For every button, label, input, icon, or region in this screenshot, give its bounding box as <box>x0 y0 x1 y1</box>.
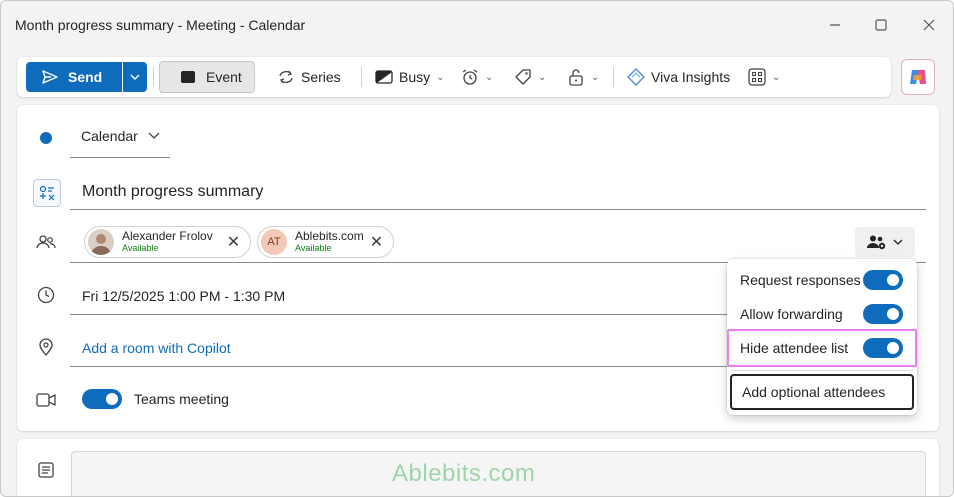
copilot-icon <box>910 70 926 84</box>
avatar-initials: AT <box>267 236 281 248</box>
avatar: AT <box>261 229 287 255</box>
attendee-chip[interactable]: Alexander Frolov Available ✕ <box>84 226 252 258</box>
busy-dropdown[interactable]: Busy ⌄ <box>375 61 445 93</box>
attendee-info: Ablebits.com Available <box>295 230 364 254</box>
ribbon-divider <box>613 67 614 87</box>
video-camera-icon <box>35 389 57 411</box>
attendee-status: Available <box>295 243 332 253</box>
option-label: Request responses <box>740 272 861 288</box>
apps-dropdown[interactable]: ⌄ <box>748 61 780 93</box>
maximize-icon <box>875 19 887 31</box>
copilot-title-button[interactable] <box>33 179 61 207</box>
calendar-color-dot <box>35 127 57 149</box>
sparkle-edit-icon <box>39 185 55 201</box>
copilot-button[interactable] <box>901 59 935 95</box>
chevron-down-icon: ⌄ <box>591 71 600 83</box>
text-body-icon <box>35 459 57 481</box>
sensitivity-dropdown[interactable]: ⌄ <box>567 61 599 93</box>
allow-forwarding-toggle[interactable] <box>863 304 903 324</box>
calendar-event-icon <box>181 71 195 83</box>
send-label: Send <box>68 69 103 85</box>
send-icon <box>42 70 58 84</box>
allow-forwarding-option[interactable]: Allow forwarding <box>727 298 917 330</box>
add-optional-attendees-button[interactable]: Add optional attendees <box>730 374 914 410</box>
attendee-info: Alexander Frolov Available <box>122 230 213 254</box>
attendee-options-menu: Request responses Allow forwarding Hide … <box>727 259 917 415</box>
busy-label: Busy <box>399 69 431 85</box>
chevron-down-icon <box>148 132 160 139</box>
location-pin-icon <box>35 336 57 358</box>
viva-insights-label: Viva Insights <box>651 69 731 85</box>
chevron-down-icon: ⌄ <box>485 71 494 83</box>
teams-meeting-toggle[interactable] <box>82 389 122 409</box>
title-input[interactable]: Month progress summary <box>82 183 263 201</box>
event-button[interactable]: Event <box>159 61 255 93</box>
minimize-button[interactable] <box>821 11 849 39</box>
calendar-underline <box>70 157 170 158</box>
option-label: Allow forwarding <box>740 306 843 322</box>
window-title: Month progress summary - Meeting - Calen… <box>15 17 306 33</box>
calendar-dot-icon <box>40 132 52 144</box>
message-body-card: Ablebits.com <box>17 439 939 496</box>
location-underline <box>70 366 730 367</box>
add-room-link[interactable]: Add a room with Copilot <box>82 340 231 356</box>
teams-meeting-label: Teams meeting <box>134 391 229 407</box>
alarm-clock-icon <box>462 69 478 85</box>
date-underline <box>70 314 730 315</box>
avatar <box>88 229 114 255</box>
series-label: Series <box>301 69 341 85</box>
request-responses-option[interactable]: Request responses <box>727 264 917 296</box>
chevron-down-icon: ⌄ <box>436 71 445 83</box>
ribbon-toolbar: Send Event Series Busy ⌄ ⌄ ⌄ ⌄ Viva Insi… <box>17 57 891 97</box>
minimize-icon <box>830 24 840 26</box>
lock-icon <box>569 69 583 86</box>
chevron-down-icon <box>893 239 903 245</box>
close-button[interactable] <box>915 11 943 39</box>
reminder-dropdown[interactable]: ⌄ <box>461 61 493 93</box>
status-busy-icon <box>375 70 393 84</box>
viva-insights-button[interactable]: Viva Insights <box>627 61 730 93</box>
maximize-button[interactable] <box>867 11 895 39</box>
datetime-field[interactable]: Fri 12/5/2025 1:00 PM - 1:30 PM <box>82 288 285 304</box>
clock-icon <box>35 284 57 306</box>
series-button[interactable]: Series <box>277 61 341 93</box>
send-button[interactable]: Send <box>26 62 122 92</box>
attendee-name: Ablebits.com <box>295 229 364 243</box>
ribbon-divider <box>153 67 154 87</box>
hide-attendee-list-option[interactable]: Hide attendee list <box>727 332 917 364</box>
chevron-down-icon: ⌄ <box>772 71 781 83</box>
person-photo-icon <box>88 229 114 255</box>
apps-grid-icon <box>748 68 766 86</box>
remove-attendee-icon[interactable]: ✕ <box>227 232 240 252</box>
people-icon <box>35 231 57 253</box>
categorize-dropdown[interactable]: ⌄ <box>514 61 546 93</box>
close-icon <box>923 19 935 31</box>
attendee-name: Alexander Frolov <box>122 229 213 243</box>
viva-insights-icon <box>627 68 645 86</box>
watermark-logo: Ablebits.com <box>392 460 536 487</box>
calendar-label: Calendar <box>81 128 138 144</box>
title-underline <box>70 209 926 210</box>
tag-icon <box>515 69 531 85</box>
menu-divider <box>731 370 913 371</box>
ribbon-divider <box>361 67 362 87</box>
title-bar: Month progress summary - Meeting - Calen… <box>1 1 953 51</box>
attendee-chip[interactable]: AT Ablebits.com Available ✕ <box>257 226 395 258</box>
repeat-icon <box>279 70 293 84</box>
remove-attendee-icon[interactable]: ✕ <box>370 232 383 252</box>
hide-attendee-list-toggle[interactable] <box>863 338 903 358</box>
attendee-options-button[interactable] <box>855 227 915 257</box>
attendee-status: Available <box>122 243 159 253</box>
people-settings-icon <box>867 235 886 250</box>
chevron-down-icon <box>130 74 140 80</box>
message-body-editor[interactable]: Ablebits.com <box>71 451 926 496</box>
chevron-down-icon: ⌄ <box>538 71 547 83</box>
option-label: Hide attendee list <box>740 340 849 356</box>
teams-meeting-row: Teams meeting <box>82 389 229 409</box>
event-label: Event <box>206 69 242 85</box>
meeting-window: Month progress summary - Meeting - Calen… <box>0 0 954 497</box>
calendar-dropdown[interactable]: Calendar <box>81 128 160 144</box>
send-options-button[interactable] <box>123 62 147 92</box>
request-responses-toggle[interactable] <box>863 270 903 290</box>
